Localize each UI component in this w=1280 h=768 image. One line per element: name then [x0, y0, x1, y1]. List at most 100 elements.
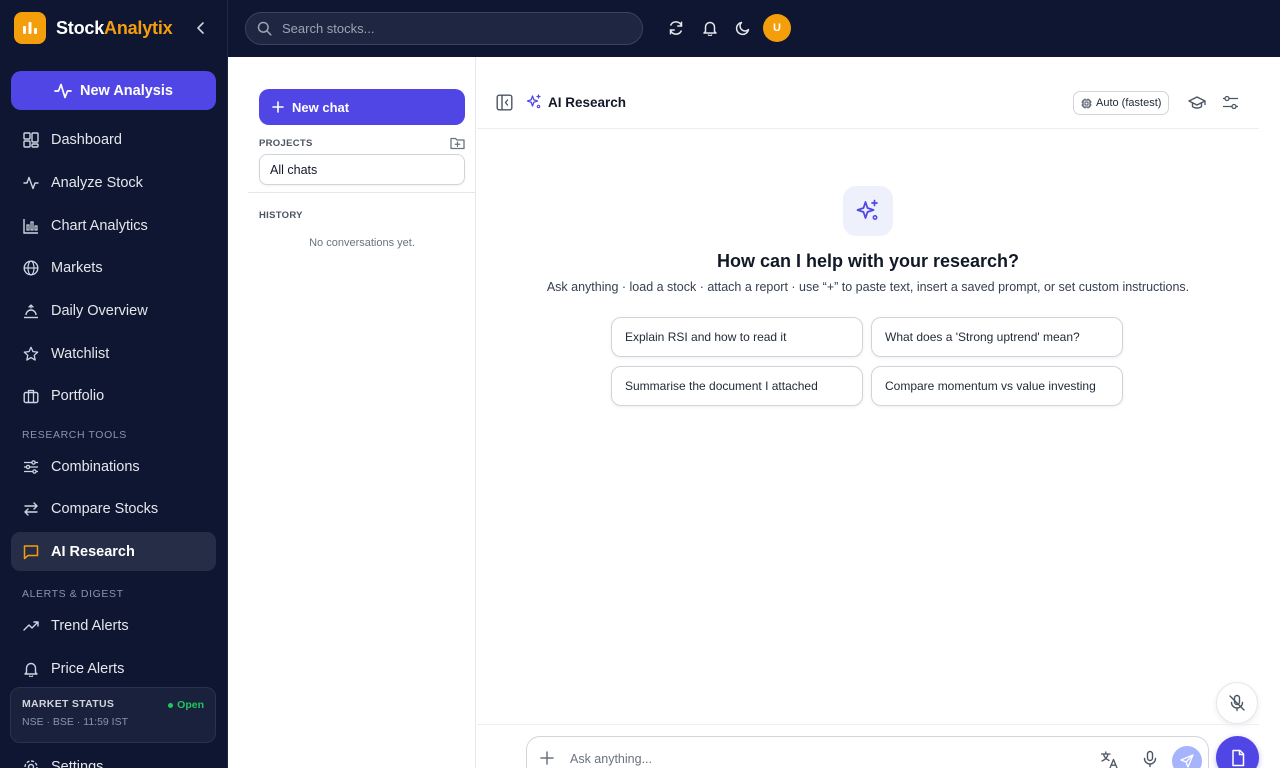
mic-icon [1143, 750, 1157, 768]
suggestion-chip[interactable]: Summarise the document I attached [611, 366, 863, 406]
sidebar-item-compare-stocks[interactable]: Compare Stocks [11, 489, 216, 528]
sidebar-item-label: Settings [51, 758, 104, 768]
all-chats-item[interactable]: All chats [259, 154, 465, 185]
send-button[interactable] [1172, 746, 1202, 768]
sidebar-item-analyze-stock[interactable]: Analyze Stock [11, 163, 216, 202]
brand[interactable]: StockAnalytix [14, 12, 173, 44]
chevron-left-icon [197, 22, 204, 34]
search-input[interactable]: Search stocks... [245, 12, 643, 45]
gear-icon [22, 758, 39, 768]
new-chat-button[interactable]: New chat [259, 89, 465, 125]
model-selector-label: Auto (fastest) [1096, 97, 1162, 109]
settings-button[interactable] [1222, 94, 1240, 112]
activity-icon [22, 174, 39, 191]
new-analysis-label: New Analysis [80, 82, 173, 99]
sliders-icon [1223, 95, 1238, 110]
sidebar-item-portfolio[interactable]: Portfolio [11, 376, 216, 415]
sidebar-item-label: Dashboard [51, 131, 122, 148]
voice-mode-button[interactable] [1216, 682, 1258, 724]
sidebar-item-label: AI Research [51, 543, 135, 560]
documents-button[interactable] [1216, 736, 1259, 768]
star-icon [22, 345, 39, 362]
chat-icon [22, 543, 39, 560]
compare-arrows-icon [22, 500, 39, 517]
sidebar-item-chart-analytics[interactable]: Chart Analytics [11, 206, 216, 245]
section-label-alerts: ALERTS & DIGEST [22, 588, 124, 600]
toggle-chat-panel-button[interactable] [496, 94, 514, 112]
projects-label: PROJECTS [259, 138, 313, 149]
market-status-value: Open [177, 699, 204, 711]
brand-logo-icon [14, 12, 46, 44]
add-attachment-button[interactable] [540, 751, 556, 767]
sidebar-item-label: Chart Analytics [51, 217, 148, 234]
divider [248, 192, 476, 193]
composer-placeholder: Ask anything... [570, 752, 652, 766]
sidebar-item-combinations[interactable]: Combinations [11, 447, 216, 486]
learn-button[interactable] [1188, 94, 1206, 112]
notifications-button[interactable] [701, 19, 719, 37]
suggestion-chip[interactable]: Compare momentum vs value investing [871, 366, 1123, 406]
dictate-button[interactable] [1141, 750, 1159, 768]
sidebar-item-price-alerts[interactable]: Price Alerts [11, 649, 216, 688]
bell-icon [22, 660, 39, 677]
sidebar-item-daily-overview[interactable]: Daily Overview [11, 291, 216, 330]
collapse-sidebar-button[interactable] [192, 19, 210, 37]
activity-icon [54, 83, 72, 98]
dashboard-icon [22, 131, 39, 148]
sparkles-icon [526, 94, 541, 109]
plus-icon [272, 101, 284, 113]
market-status-card: MARKET STATUS NSE · BSE · 11:59 IST Open [10, 687, 216, 743]
mic-off-icon [1229, 694, 1245, 712]
sidebar-item-label: Trend Alerts [51, 617, 129, 634]
translate-icon [1100, 751, 1118, 768]
new-analysis-button[interactable]: New Analysis [11, 71, 216, 110]
graduation-cap-icon [1188, 96, 1206, 109]
sidebar-item-watchlist[interactable]: Watchlist [11, 334, 216, 373]
file-icon [1231, 749, 1244, 766]
refresh-button[interactable] [667, 19, 685, 37]
page-title-text: AI Research [548, 94, 627, 110]
plus-icon [540, 751, 554, 765]
sidebar-item-label: Portfolio [51, 387, 105, 404]
sidebar-item-label: Markets [51, 259, 103, 276]
sidebar-item-label: Analyze Stock [51, 174, 143, 191]
sidebar-item-markets[interactable]: Markets [11, 248, 216, 287]
hero-title: How can I help with your research? [716, 251, 1020, 271]
suggestion-chip[interactable]: What does a 'Strong uptrend' mean? [871, 317, 1123, 357]
sidebar-item-settings[interactable]: Settings [11, 747, 216, 768]
trending-up-icon [22, 617, 39, 634]
sidebar-item-label: Combinations [51, 458, 140, 475]
sidebar-item-dashboard[interactable]: Dashboard [11, 120, 216, 159]
new-project-button[interactable] [450, 136, 466, 152]
chart-icon [22, 217, 39, 234]
sunrise-icon [22, 302, 39, 319]
sliders-icon [22, 458, 39, 475]
theme-toggle-button[interactable] [734, 19, 752, 37]
main-header: AI Research Auto (fastest) [477, 77, 1259, 129]
chat-list-panel: New chat PROJECTS All chats HISTORY No c… [228, 57, 476, 768]
bell-icon [703, 21, 717, 36]
refresh-icon [669, 21, 683, 35]
brand-name-part1: Stock [56, 17, 105, 38]
avatar[interactable]: U [763, 14, 791, 42]
empty-history-text: No conversations yet. [309, 237, 415, 249]
brand-name-part2: Analytix [104, 17, 173, 38]
hero-subtitle: Ask anything · load a stock · attach a r… [546, 280, 1190, 294]
sidebar-item-label: Daily Overview [51, 302, 148, 319]
send-icon [1180, 754, 1194, 768]
panel-left-icon [496, 94, 513, 111]
status-dot-icon [168, 702, 174, 708]
translate-button[interactable] [1100, 750, 1120, 768]
globe-icon [22, 259, 39, 276]
sidebar: StockAnalytix New Analysis Dashboard Ana… [0, 0, 228, 768]
sidebar-item-label: Watchlist [51, 345, 110, 362]
section-label-research: RESEARCH TOOLS [22, 429, 127, 441]
hero-sparkles-icon [843, 186, 893, 236]
sidebar-item-trend-alerts[interactable]: Trend Alerts [11, 606, 216, 645]
cpu-icon [1081, 98, 1092, 108]
suggestion-chip[interactable]: Explain RSI and how to read it [611, 317, 863, 357]
main-area: AI Research Auto (fastest) How can I hel… [477, 57, 1280, 768]
sidebar-item-ai-research[interactable]: AI Research [11, 532, 216, 571]
message-composer[interactable]: Ask anything... [526, 736, 1209, 768]
model-selector[interactable]: Auto (fastest) [1073, 91, 1170, 115]
